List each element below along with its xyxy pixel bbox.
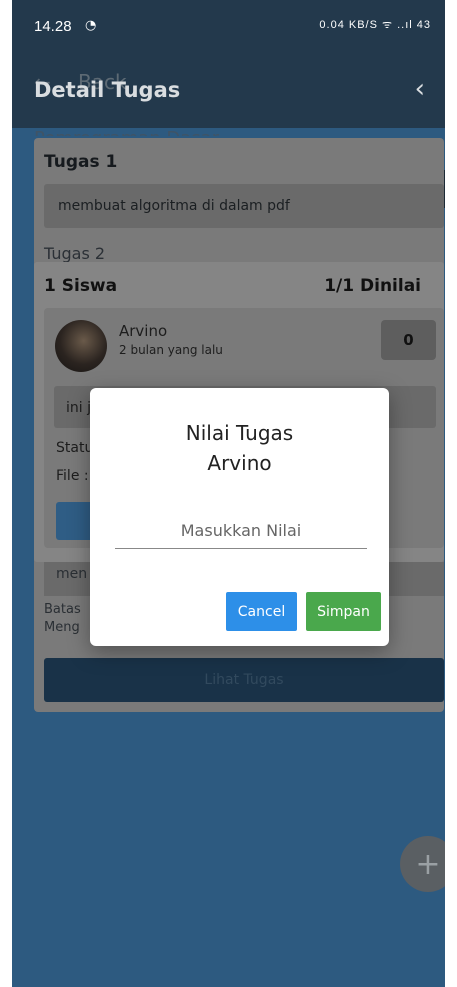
grade-input[interactable] — [115, 512, 367, 549]
page-title: Detail Tugas — [34, 78, 181, 102]
task-1-title: Tugas 1 — [44, 152, 118, 172]
task-2-title: Tugas 2 — [44, 244, 106, 263]
add-button[interactable]: + — [400, 836, 445, 892]
graded-count: 1/1 Dinilai — [324, 276, 421, 296]
task-1-desc: membuat algoritma di dalam pdf — [58, 198, 290, 214]
app-bar: ← Back Detail Tugas ‹ — [12, 56, 445, 128]
dialog-title-line-1: Nilai Tugas — [185, 421, 294, 445]
ghost-course-title: Pemrograman Dasar — [34, 128, 219, 136]
student-name: Arvino — [119, 322, 168, 340]
score-badge[interactable]: 0 — [381, 320, 436, 360]
status-time: 14.28 — [34, 18, 72, 35]
chevron-left-icon[interactable]: ‹ — [415, 74, 425, 104]
submission-file-label: File : — [56, 468, 89, 484]
submission-time: 2 bulan yang lalu — [119, 343, 223, 357]
grade-dialog: Nilai Tugas Arvino Cancel Simpan — [90, 388, 389, 646]
dialog-title-line-2: Arvino — [207, 451, 272, 475]
status-bar: 14.28 ◔ 0.04 KB/S ᯤ ..ıl 43 — [12, 0, 445, 56]
submission-text: ini j — [66, 400, 91, 416]
submission-status-label: Statu — [56, 440, 94, 456]
status-indicators: 0.04 KB/S ᯤ ..ıl 43 — [319, 19, 431, 31]
save-button[interactable]: Simpan — [306, 592, 381, 631]
dialog-title: Nilai Tugas Arvino — [90, 418, 389, 478]
student-count: 1 Siswa — [44, 276, 118, 296]
cancel-button[interactable]: Cancel — [226, 592, 297, 631]
collection-label: Meng — [44, 620, 80, 635]
deadline-label: Batas — [44, 602, 81, 617]
view-task-button[interactable]: Lihat Tugas — [44, 658, 444, 702]
avatar — [55, 320, 107, 372]
task-2-desc: men — [56, 566, 88, 582]
whatsapp-icon: ◔ — [85, 18, 97, 33]
